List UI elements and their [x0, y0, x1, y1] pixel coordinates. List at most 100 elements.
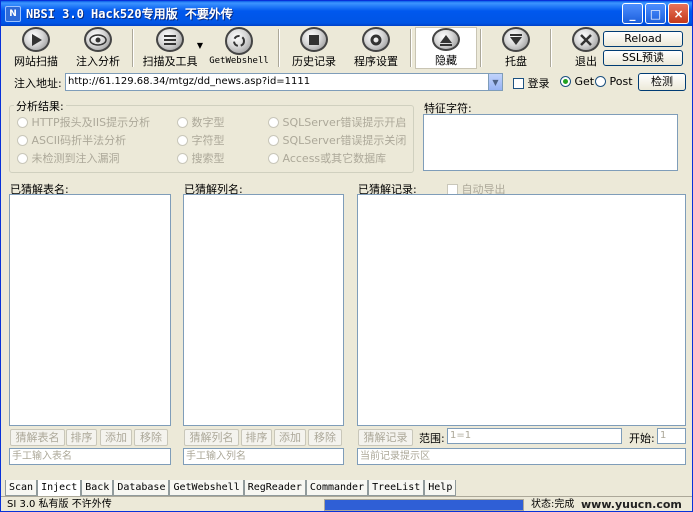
- radio-label: SQLServer错误提示开启: [282, 116, 407, 129]
- radio-icon: [268, 117, 279, 128]
- add-column-button[interactable]: 添加: [274, 429, 306, 446]
- toolbar: 网站扫描 注入分析 扫描及工具 ▼ GetWebshell 历史记录 程序设置 …: [5, 27, 689, 69]
- columns-list[interactable]: [183, 194, 344, 426]
- radio-ascii[interactable]: ASCII码折半法分析: [17, 132, 126, 148]
- record-hint-field: 当前记录提示区: [357, 448, 686, 465]
- checkbox-icon: [513, 78, 524, 89]
- close-x-icon: [572, 27, 600, 52]
- start-label: 开始:: [629, 432, 655, 445]
- tab-back[interactable]: Back: [81, 480, 114, 496]
- tool-label: 网站扫描: [14, 55, 58, 68]
- tab-inject[interactable]: Inject: [37, 480, 82, 497]
- tool-tray[interactable]: 托盘: [485, 27, 547, 69]
- manual-column-input[interactable]: 手工输入列名: [183, 448, 344, 465]
- radio-label: SQLServer错误提示关闭: [282, 134, 407, 147]
- tool-scan-site[interactable]: 网站扫描: [5, 27, 67, 69]
- radio-numeric[interactable]: 数字型: [177, 114, 225, 130]
- url-dropdown-arrow-icon[interactable]: ▼: [488, 73, 503, 91]
- radio-sqlserver-off[interactable]: SQLServer错误提示关闭: [268, 132, 406, 148]
- ssl-preread-button[interactable]: SSL预读: [603, 50, 683, 66]
- tool-getwebshell[interactable]: GetWebshell: [203, 27, 275, 69]
- tab-regreader[interactable]: RegReader: [243, 480, 306, 496]
- radio-icon: [595, 76, 606, 87]
- tool-label: 程序设置: [354, 55, 398, 68]
- tab-scan[interactable]: Scan: [5, 480, 38, 496]
- feature-textarea[interactable]: [423, 114, 678, 171]
- remove-column-button[interactable]: 移除: [308, 429, 342, 446]
- radio-sqlserver-on[interactable]: SQLServer错误提示开启: [268, 114, 406, 130]
- tool-history[interactable]: 历史记录: [283, 27, 345, 69]
- toolbar-separator: [550, 29, 552, 67]
- tool-scan-tools[interactable]: 扫描及工具 ▼: [137, 27, 203, 69]
- range-input[interactable]: 1=1: [447, 428, 622, 444]
- guess-tables-button[interactable]: 猜解表名: [10, 429, 65, 446]
- app-icon: N: [5, 5, 21, 22]
- maximize-button[interactable]: □: [645, 3, 666, 24]
- manual-table-input[interactable]: 手工输入表名: [9, 448, 171, 465]
- radio-string[interactable]: 字符型: [177, 132, 225, 148]
- guess-columns-button[interactable]: 猜解列名: [184, 429, 239, 446]
- start-input[interactable]: 1: [657, 428, 686, 444]
- sort-tables-button[interactable]: 排序: [66, 429, 97, 446]
- guess-records-button[interactable]: 猜解记录: [358, 429, 413, 446]
- post-label: Post: [609, 75, 633, 88]
- get-radio[interactable]: Get: [560, 75, 594, 88]
- get-label: Get: [574, 75, 595, 88]
- tool-settings[interactable]: 程序设置: [345, 27, 407, 69]
- tool-label: 退出: [575, 55, 597, 68]
- radio-label: 搜索型: [191, 152, 225, 165]
- remove-table-button[interactable]: 移除: [134, 429, 168, 446]
- tab-help[interactable]: Help: [424, 480, 457, 496]
- post-radio[interactable]: Post: [595, 75, 633, 88]
- tool-label: 托盘: [505, 55, 527, 68]
- detect-button[interactable]: 检测: [638, 73, 686, 91]
- tool-label: 注入分析: [76, 55, 120, 68]
- window-title: NBSI 3.0 Hack520专用版 不要外传: [26, 7, 233, 21]
- radio-icon: [17, 117, 28, 128]
- radio-label: ASCII码折半法分析: [31, 134, 127, 147]
- tool-hide[interactable]: 隐藏: [415, 27, 477, 69]
- minimize-button[interactable]: _: [622, 3, 643, 24]
- progress-bar: [324, 499, 524, 511]
- tab-commander[interactable]: Commander: [305, 480, 369, 496]
- url-input[interactable]: http://61.129.68.34/mtgz/dd_news.asp?id=…: [65, 73, 489, 91]
- login-label: 登录: [527, 77, 550, 90]
- radio-icon: [177, 135, 188, 146]
- tab-getwebshell[interactable]: GetWebshell: [169, 480, 244, 496]
- down-arrow-icon: [502, 27, 530, 52]
- radio-icon: [17, 135, 28, 146]
- radio-label: Access或其它数据库: [282, 152, 387, 165]
- tool-inject-analysis[interactable]: 注入分析: [67, 27, 129, 69]
- bottom-tabs: Scan Inject Back Database GetWebshell Re…: [5, 480, 457, 497]
- tab-treelist[interactable]: TreeList: [368, 480, 425, 496]
- reload-button[interactable]: Reload: [603, 31, 683, 47]
- status-left-text: SI 3.0 私有版 不许外传: [7, 499, 112, 510]
- analysis-title: 分析结果:: [14, 98, 66, 114]
- radio-icon: [268, 153, 279, 164]
- toolbar-separator: [278, 29, 280, 67]
- tab-database[interactable]: Database: [113, 480, 170, 496]
- sort-columns-button[interactable]: 排序: [241, 429, 272, 446]
- close-button[interactable]: ×: [668, 3, 689, 24]
- radio-search[interactable]: 搜索型: [177, 150, 225, 166]
- radio-icon: [560, 76, 571, 87]
- login-checkbox[interactable]: 登录: [513, 75, 550, 91]
- radio-access[interactable]: Access或其它数据库: [268, 150, 386, 166]
- radio-icon: [17, 153, 28, 164]
- add-table-button[interactable]: 添加: [100, 429, 132, 446]
- records-list[interactable]: [357, 194, 686, 426]
- radio-icon: [177, 117, 188, 128]
- title-bar[interactable]: N NBSI 3.0 Hack520专用版 不要外传 _ □ ×: [1, 1, 692, 26]
- radio-http-header[interactable]: HTTP报头及IIS提示分析: [17, 114, 150, 130]
- radio-icon: [268, 135, 279, 146]
- radio-label: 数字型: [191, 116, 225, 129]
- tool-label: 扫描及工具: [142, 55, 198, 68]
- status-right-text: 状态:完成: [531, 499, 575, 510]
- tables-list[interactable]: [9, 194, 171, 426]
- radio-no-vuln[interactable]: 未检测到注入漏洞: [17, 150, 120, 166]
- stop-icon: [300, 27, 328, 52]
- toolbar-separator: [480, 29, 482, 67]
- toolbar-separator: [132, 29, 134, 67]
- toolbar-separator: [410, 29, 412, 67]
- progress-fill: [325, 500, 523, 510]
